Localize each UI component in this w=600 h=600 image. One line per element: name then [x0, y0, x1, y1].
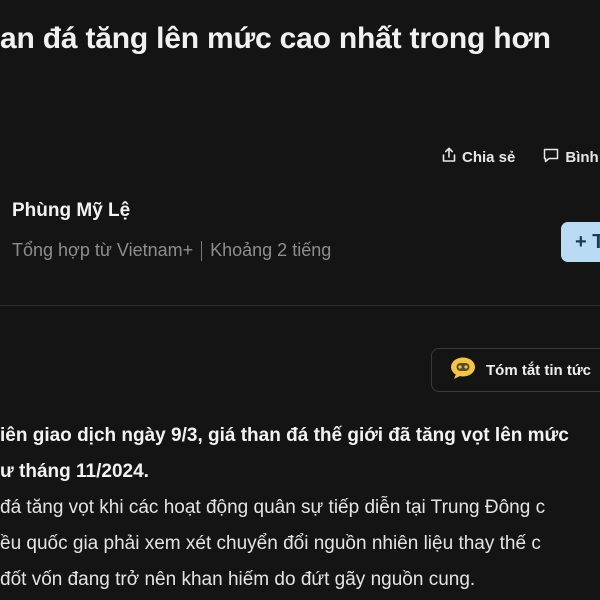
article-title: an đá tăng lên mức cao nhất trong hơn — [0, 22, 551, 55]
article-paragraph: đá tăng vọt khi các hoạt động quân sự ti… — [0, 490, 600, 598]
article-page: an đá tăng lên mức cao nhất trong hơn Ch… — [0, 0, 600, 600]
paragraph-line: đá tăng vọt khi các hoạt động quân sự ti… — [0, 497, 546, 518]
share-icon — [442, 147, 462, 167]
article-actions: Chia sẻ Bình — [442, 147, 600, 167]
summary-label: Tóm tắt tin tức — [486, 361, 592, 379]
follow-button[interactable]: + T — [561, 222, 600, 262]
header-divider — [0, 305, 600, 306]
article-source: Tổng hợp từ Vietnam+ — [12, 240, 194, 260]
paragraph-line: ều quốc gia phải xem xét chuyển đổi nguồ… — [0, 533, 541, 554]
share-label: Chia sẻ — [462, 148, 516, 166]
robot-icon — [450, 356, 476, 384]
comment-label: Bình — [565, 148, 599, 166]
share-button[interactable]: Chia sẻ — [442, 147, 515, 167]
article-time: Khoảng 2 tiếng — [210, 240, 332, 260]
comment-icon — [543, 148, 565, 167]
article-lead: iên giao dịch ngày 9/3, giá than đá thế … — [0, 418, 600, 490]
lead-line: ư tháng 11/2024. — [0, 461, 149, 482]
comment-button[interactable]: Bình — [543, 148, 599, 167]
summary-button[interactable]: Tóm tắt tin tức — [431, 348, 600, 392]
meta-separator — [201, 240, 203, 261]
article-meta: Tổng hợp từ Vietnam+ Khoảng 2 tiếng — [12, 240, 331, 261]
paragraph-line: đốt vốn đang trở nên khan hiếm do đứt gã… — [0, 569, 476, 590]
author-name[interactable]: Phùng Mỹ Lệ — [12, 200, 130, 222]
lead-line: iên giao dịch ngày 9/3, giá than đá thế … — [0, 425, 569, 446]
